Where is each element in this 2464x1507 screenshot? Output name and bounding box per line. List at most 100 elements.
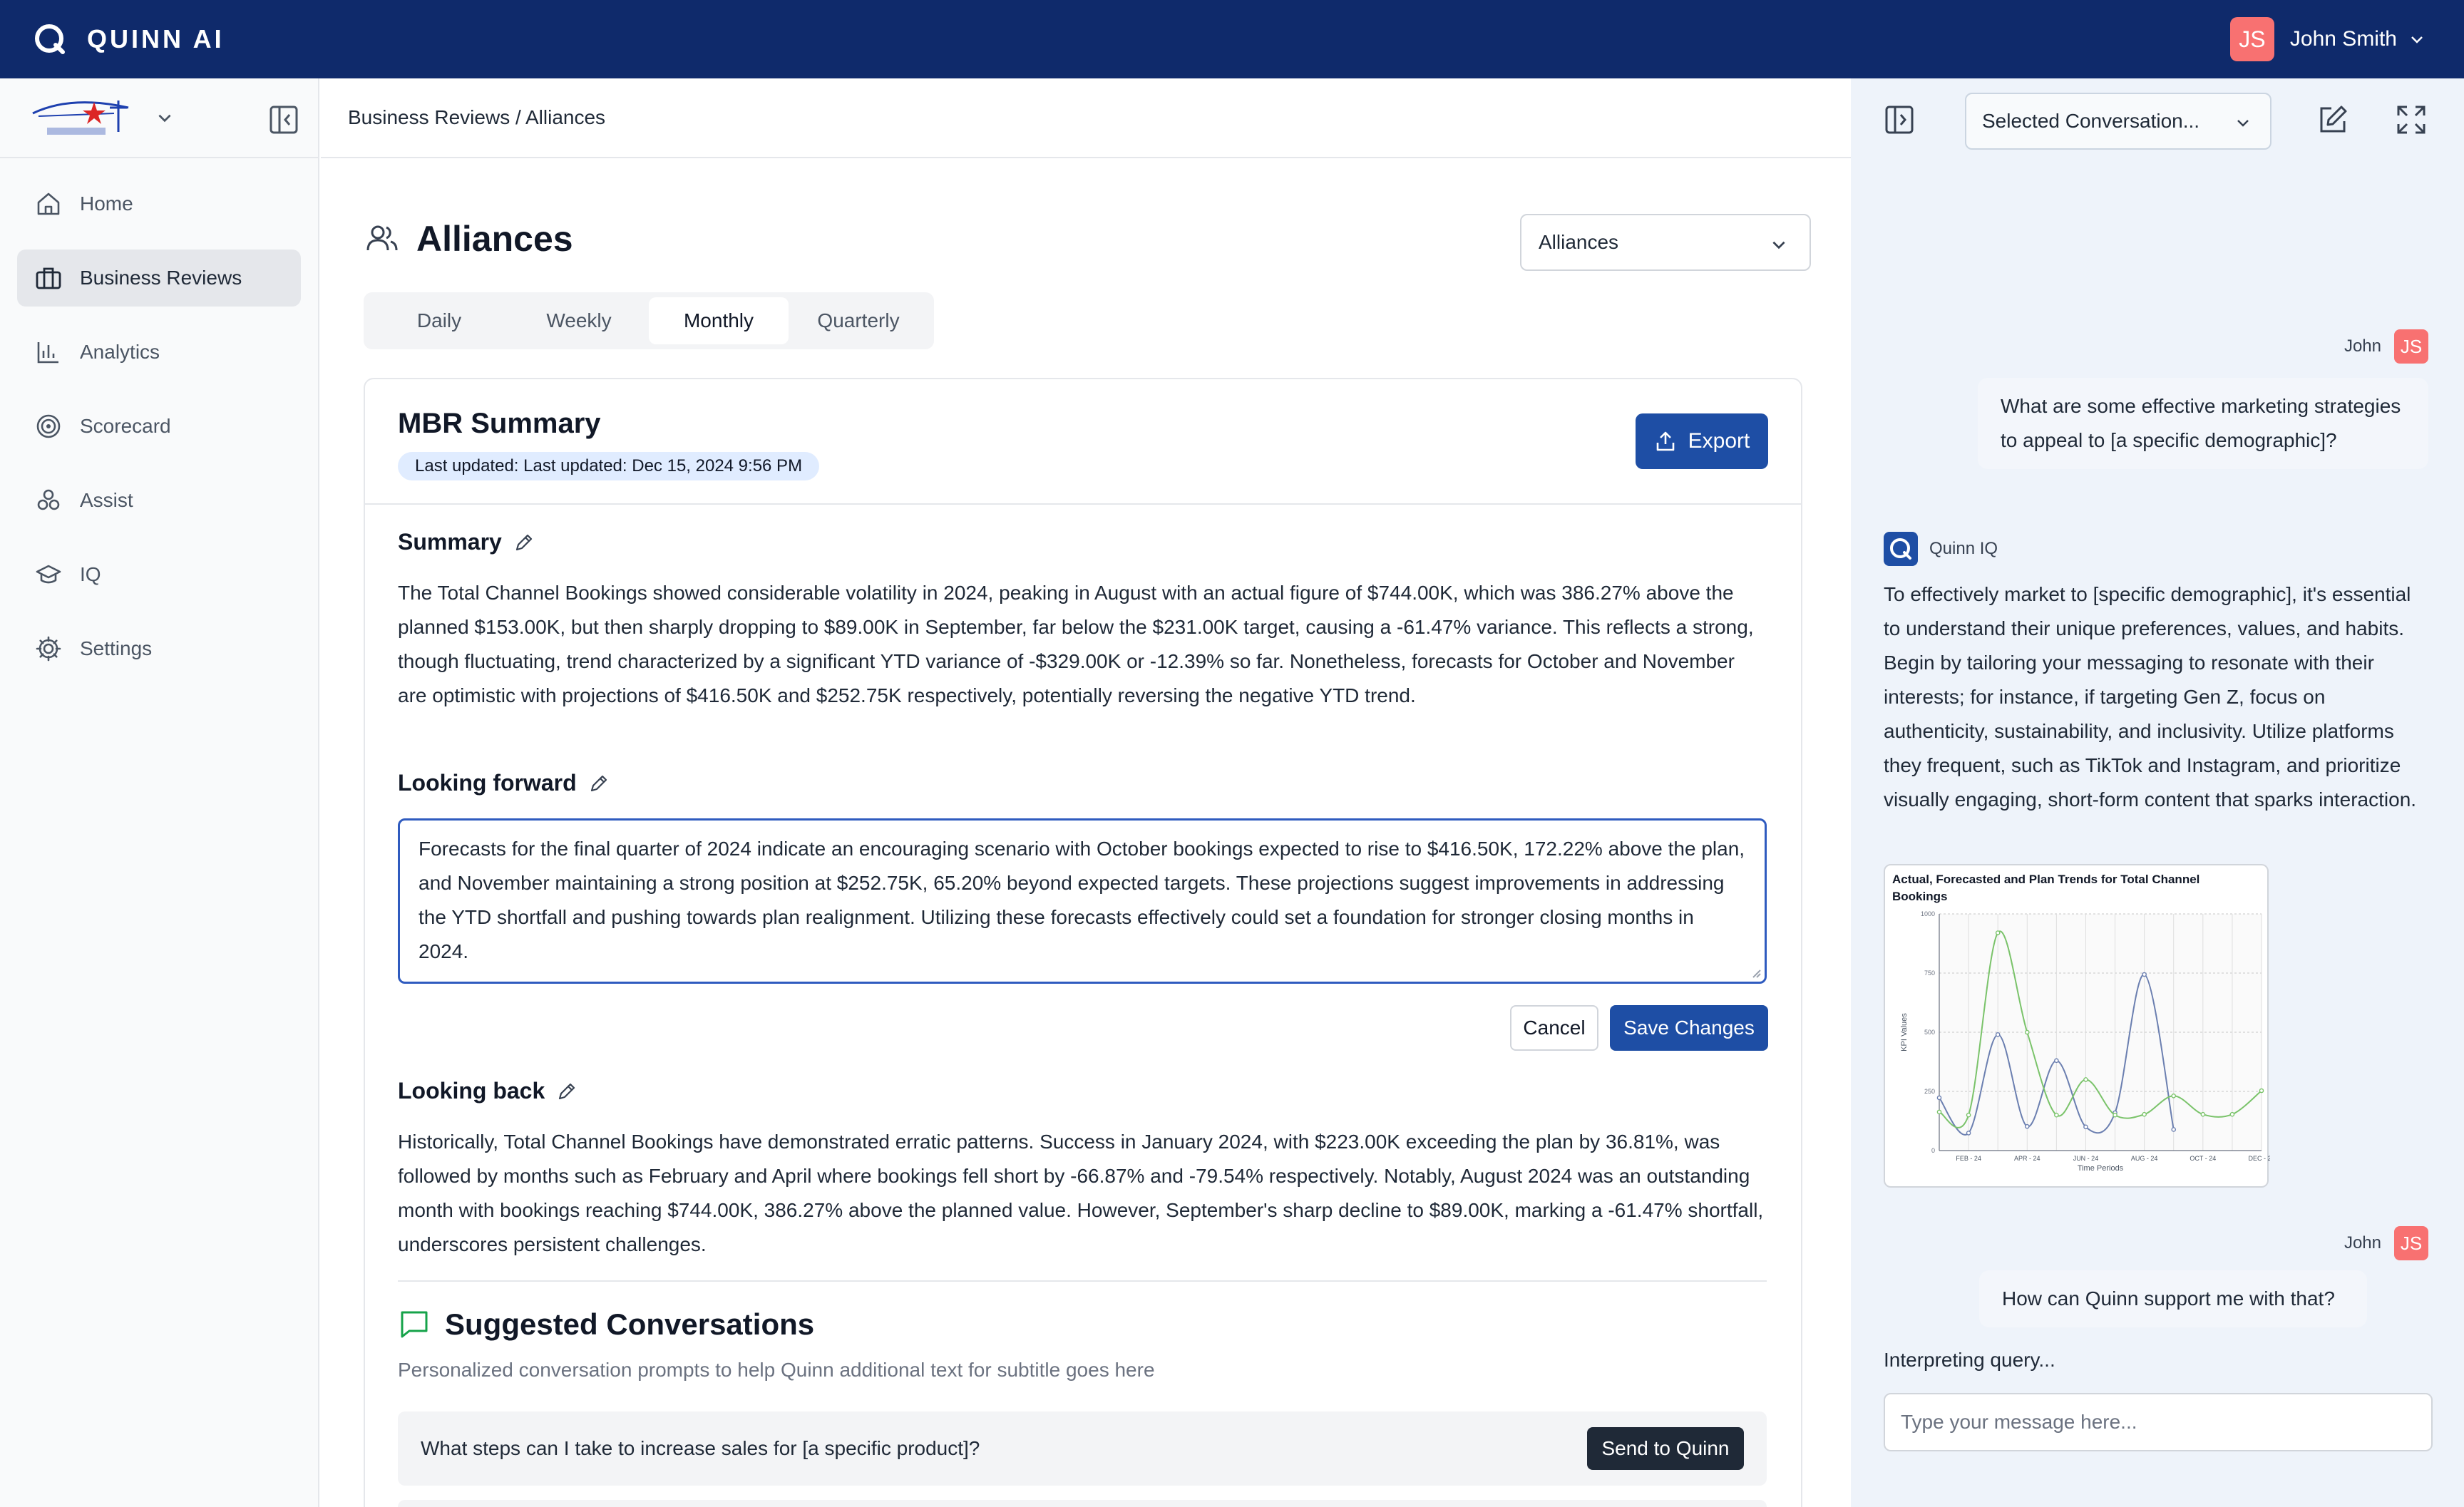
suggested-conversations-heading: Suggested Conversations xyxy=(398,1307,814,1342)
data-point xyxy=(1936,1109,1942,1115)
sidebar-item-label: Scorecard xyxy=(80,415,171,437)
sidebar-item-label: Business Reviews xyxy=(80,267,242,289)
main-content: Business Reviews / Alliances Alliances A… xyxy=(321,78,1851,1507)
brand[interactable]: QUINN AI xyxy=(33,22,225,56)
x-tick-label: OCT - 24 xyxy=(2190,1155,2216,1162)
cancel-button[interactable]: Cancel xyxy=(1510,1005,1598,1051)
chat-panel: Selected Conversation... John JS What ar… xyxy=(1851,78,2464,1507)
user-message: What are some effective marketing strate… xyxy=(1978,378,2428,469)
suggested-item[interactable]: What steps can I take to increase sales … xyxy=(398,1411,1767,1486)
quinn-logo-icon xyxy=(1884,532,1918,566)
collapse-sidebar-icon[interactable] xyxy=(268,104,299,135)
sidebar-item-settings[interactable]: Settings xyxy=(17,620,301,677)
gear-icon xyxy=(36,636,61,662)
data-point xyxy=(2024,1029,2030,1035)
suggested-item-placeholder xyxy=(398,1500,1767,1507)
chat-header: Selected Conversation... xyxy=(1851,78,2464,158)
upload-icon xyxy=(1656,431,1674,451)
tab-monthly[interactable]: Monthly xyxy=(649,297,789,344)
sidebar-item-iq[interactable]: IQ xyxy=(17,546,301,603)
top-bar: QUINN AI JS John Smith xyxy=(0,0,2464,78)
toggle-panel-icon[interactable] xyxy=(1884,104,1915,135)
sidebar-item-scorecard[interactable]: Scorecard xyxy=(17,398,301,455)
alliance-select[interactable]: Alliances xyxy=(1520,214,1811,271)
last-updated-badge: Last updated: Last updated: Dec 15, 2024… xyxy=(398,452,820,480)
x-tick-label: APR - 24 xyxy=(2014,1155,2040,1162)
conversation-select[interactable]: Selected Conversation... xyxy=(1965,93,2272,150)
status-text: Interpreting query... xyxy=(1884,1349,2055,1371)
chart-title: Actual, Forecasted and Plan Trends for T… xyxy=(1892,873,2200,903)
sidebar-header xyxy=(0,78,318,158)
sidebar: Home Business Reviews Analytics Scorecar… xyxy=(0,78,319,1507)
tab-quarterly[interactable]: Quarterly xyxy=(789,297,928,344)
bot-message-meta: Quinn IQ xyxy=(1884,532,1998,566)
home-icon xyxy=(37,192,60,215)
chevron-down-icon[interactable] xyxy=(155,108,174,127)
resize-handle-icon[interactable] xyxy=(1749,966,1762,979)
pencil-icon[interactable] xyxy=(556,1081,578,1102)
target-icon xyxy=(36,414,61,438)
data-point xyxy=(2229,1111,2235,1117)
y-axis-label: KPI Values xyxy=(1900,1013,1909,1051)
y-tick-label: 500 xyxy=(1924,1029,1935,1036)
x-tick-label: AUG - 24 xyxy=(2131,1155,2158,1162)
user-menu[interactable]: JS John Smith xyxy=(2229,17,2426,61)
pencil-icon[interactable] xyxy=(588,773,610,794)
conversation-select-value: Selected Conversation... xyxy=(1982,110,2200,132)
x-tick-label: FEB - 24 xyxy=(1956,1155,1981,1162)
data-point xyxy=(1995,930,2001,935)
data-point xyxy=(1966,1112,1971,1118)
summary-heading: Summary xyxy=(398,529,535,555)
breadcrumb[interactable]: Business Reviews / Alliances xyxy=(321,78,1851,158)
suggested-item-text: What steps can I take to increase sales … xyxy=(421,1437,980,1459)
sidebar-item-label: Settings xyxy=(80,637,153,659)
avatar: JS xyxy=(2229,17,2274,61)
graduation-cap-icon xyxy=(36,565,61,584)
sender-name: John xyxy=(2344,1233,2381,1253)
avatar: JS xyxy=(2394,1226,2428,1260)
select-value: Alliances xyxy=(1539,231,1619,253)
data-point xyxy=(2083,1077,2088,1082)
pencil-icon[interactable] xyxy=(513,532,535,553)
tab-weekly[interactable]: Weekly xyxy=(509,297,649,344)
looking-forward-textarea[interactable]: Forecasts for the final quarter of 2024 … xyxy=(398,818,1767,984)
page-title: Alliances xyxy=(416,219,573,259)
sidebar-item-business-reviews[interactable]: Business Reviews xyxy=(17,250,301,307)
export-button[interactable]: Export xyxy=(1636,413,1768,469)
expand-icon[interactable] xyxy=(2394,103,2428,137)
line-chart: 0 250 500 750 1000 FEB - 24 APR - 24 JUN - 24 AU… xyxy=(1900,910,2270,1173)
x-tick-label: JUN - 24 xyxy=(2073,1155,2099,1162)
sidebar-item-analytics[interactable]: Analytics xyxy=(17,324,301,381)
sidebar-item-label: Assist xyxy=(80,489,133,511)
looking-forward-text: Forecasts for the final quarter of 2024 … xyxy=(419,838,1745,962)
send-to-quinn-button[interactable]: Send to Quinn xyxy=(1587,1427,1744,1470)
data-point xyxy=(2142,1111,2147,1117)
tab-daily[interactable]: Daily xyxy=(369,297,509,344)
data-point xyxy=(1995,1032,2001,1037)
data-point xyxy=(2200,1111,2206,1117)
data-point xyxy=(2259,1088,2264,1094)
sidebar-item-assist[interactable]: Assist xyxy=(17,472,301,529)
chat-chart: 0 250 500 750 1000 FEB - 24 APR - 24 JUN - 24 AU… xyxy=(1884,864,2270,1188)
chevron-down-icon xyxy=(2411,36,2423,43)
sidebar-item-home[interactable]: Home xyxy=(17,175,301,232)
chat-message-input[interactable] xyxy=(1884,1393,2433,1451)
chevron-down-icon xyxy=(1772,241,1785,250)
users-icon xyxy=(366,225,398,251)
new-conversation-icon[interactable] xyxy=(2316,103,2350,137)
user-name: John Smith xyxy=(2289,27,2397,51)
quinn-logo-icon xyxy=(35,24,65,54)
save-changes-button[interactable]: Save Changes xyxy=(1610,1005,1768,1051)
looking-forward-heading: Looking forward xyxy=(398,770,610,796)
assist-icon xyxy=(37,489,60,510)
looking-back-heading-text: Looking back xyxy=(398,1078,545,1104)
company-logo-icon[interactable] xyxy=(29,92,135,143)
looking-forward-heading-text: Looking forward xyxy=(398,770,577,796)
data-point xyxy=(1966,1131,1971,1136)
divider xyxy=(398,1280,1767,1282)
avatar: JS xyxy=(2394,329,2428,364)
period-tabs: Daily Weekly Monthly Quarterly xyxy=(364,292,934,349)
message-meta: John JS xyxy=(2344,1226,2428,1260)
sidebar-item-label: IQ xyxy=(80,563,101,585)
bar-chart-icon xyxy=(37,342,58,364)
